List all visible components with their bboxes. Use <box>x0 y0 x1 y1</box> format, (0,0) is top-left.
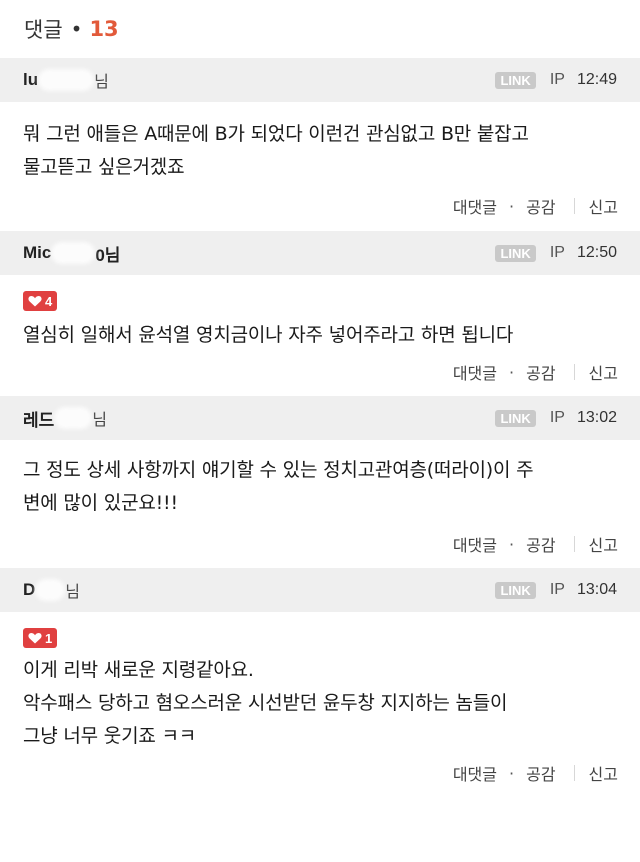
comment-header: D 님 LINK IP 13:04 <box>0 568 640 612</box>
comment-line: 이게 리박 새로운 지령같아요. <box>23 659 254 681</box>
author[interactable]: D 님 <box>23 578 80 602</box>
action-dot: · <box>509 196 515 216</box>
comment-line: 변에 많이 있군요!!! <box>23 492 178 514</box>
like-button[interactable]: 공감 <box>526 761 555 785</box>
action-divider <box>573 364 575 380</box>
comment-line: 그 정도 상세 사항까지 얘기할 수 있는 정치고관여층(떠라이)이 주 <box>23 459 534 481</box>
action-dot: · <box>509 362 515 382</box>
link-button[interactable]: LINK <box>495 244 536 262</box>
report-button[interactable]: 신고 <box>589 761 618 785</box>
reply-button[interactable]: 대댓글 <box>453 360 497 384</box>
like-count: 1 <box>45 630 53 646</box>
like-count: 4 <box>45 293 53 309</box>
like-count-badge: 4 <box>23 291 58 311</box>
author[interactable]: 레드 님 <box>23 406 107 431</box>
header-dot: • <box>70 17 83 41</box>
author-name: D <box>23 580 36 599</box>
author-redaction <box>35 579 66 601</box>
link-button[interactable]: LINK <box>495 71 536 89</box>
comments-title: 댓글 <box>24 18 63 42</box>
comment-line: 악수패스 당하고 혐오스러운 시선받던 윤두창 지지하는 놈들이 <box>23 692 508 714</box>
reply-button[interactable]: 대댓글 <box>453 194 497 218</box>
comment-line: 그냥 너무 웃기죠 ㅋㅋ <box>23 725 197 747</box>
comments-header: 댓글 • 13 <box>0 0 640 58</box>
comment-time: 12:49 <box>576 71 617 88</box>
action-dot: · <box>509 763 515 783</box>
comment-line: 열심히 일해서 윤석열 영치금이나 자주 넣어주라고 하면 됩니다 <box>23 324 514 346</box>
comment-item: Mic 0님 LINK IP 12:50 4 열심히 일해서 윤석열 영치금이나… <box>0 231 640 390</box>
comment-line: 뭐 그런 애들은 A때문에 B가 되었다 이런건 관심없고 B만 붙잡고 <box>23 123 529 145</box>
author[interactable]: lu 님 <box>23 68 109 92</box>
report-button[interactable]: 신고 <box>589 360 618 384</box>
reply-button[interactable]: 대댓글 <box>453 761 497 785</box>
author[interactable]: Mic 0님 <box>23 241 120 266</box>
ip-label: IP <box>549 409 565 426</box>
action-divider <box>573 198 575 214</box>
comment-line: 물고뜯고 싶은거겠죠 <box>23 156 185 178</box>
action-dot: · <box>509 534 515 554</box>
comment-time: 12:50 <box>576 244 617 261</box>
like-button[interactable]: 공감 <box>526 532 555 556</box>
action-divider <box>573 765 575 781</box>
like-button[interactable]: 공감 <box>526 360 555 384</box>
author-suffix: 님 <box>92 410 108 429</box>
report-button[interactable]: 신고 <box>589 532 618 556</box>
action-divider <box>573 536 575 552</box>
author-name: Mic <box>23 243 52 262</box>
ip-label: IP <box>549 244 565 261</box>
comment-item: 레드 님 LINK IP 13:02 그 정도 상세 사항까지 얘기할 수 있는… <box>0 396 640 562</box>
comment-text: 이게 리박 새로운 지령같아요. 악수패스 당하고 혐오스러운 시선받던 윤두창… <box>23 654 617 753</box>
comment-text: 뭐 그런 애들은 A때문에 B가 되었다 이런건 관심없고 B만 붙잡고 물고뜯… <box>23 118 617 184</box>
like-button[interactable]: 공감 <box>526 194 555 218</box>
comment-header: Mic 0님 LINK IP 12:50 <box>0 231 640 275</box>
author-redaction <box>38 69 95 91</box>
report-button[interactable]: 신고 <box>589 194 618 218</box>
reply-button[interactable]: 대댓글 <box>453 532 497 556</box>
comment-text: 열심히 일해서 윤석열 영치금이나 자주 넣어주라고 하면 됩니다 <box>23 319 617 352</box>
author-suffix: 님 <box>94 72 109 91</box>
comment-time: 13:04 <box>576 581 617 598</box>
link-button[interactable]: LINK <box>495 581 536 599</box>
ip-label: IP <box>549 71 565 88</box>
heart-icon <box>28 296 42 307</box>
comment-item: lu 님 LINK IP 12:49 뭐 그런 애들은 A때문에 B가 되었다 … <box>0 58 640 224</box>
author-suffix: 0님 <box>95 245 121 265</box>
comment-text: 그 정도 상세 사항까지 얘기할 수 있는 정치고관여층(떠라이)이 주 변에 … <box>23 454 617 520</box>
author-redaction <box>51 242 96 264</box>
author-redaction <box>54 407 93 429</box>
like-count-badge: 1 <box>23 628 58 648</box>
author-name: lu <box>23 70 39 89</box>
ip-label: IP <box>549 581 565 598</box>
comment-item: D 님 LINK IP 13:04 1 이게 리박 새로운 지령같아요. 악수패… <box>0 568 640 791</box>
comment-count: 13 <box>89 17 119 41</box>
comment-header: 레드 님 LINK IP 13:02 <box>0 396 640 440</box>
link-button[interactable]: LINK <box>495 409 536 427</box>
author-suffix: 님 <box>65 582 81 601</box>
author-name: 레드 <box>23 410 55 430</box>
comment-header: lu 님 LINK IP 12:49 <box>0 58 640 102</box>
heart-icon <box>28 633 42 644</box>
comment-time: 13:02 <box>576 409 617 426</box>
